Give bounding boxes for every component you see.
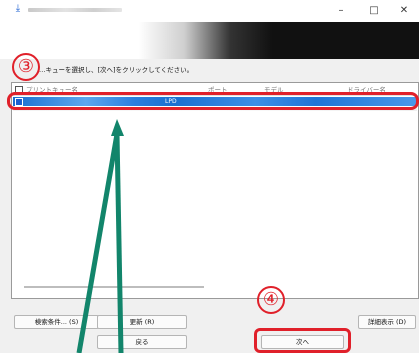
minimize-button[interactable]: – — [326, 0, 356, 22]
refresh-button[interactable]: 更新 (R) — [97, 315, 187, 329]
header-banner — [0, 22, 419, 59]
title-bar: ⤓ – □ ✕ — [0, 0, 419, 22]
print-queue-list[interactable]: プリントキュー名 ポート モデル ドライバー名 LPD — [11, 82, 419, 299]
maximize-button[interactable]: □ — [359, 0, 389, 22]
horizontal-scrollbar[interactable] — [24, 286, 204, 288]
back-button[interactable]: 戻る — [97, 335, 187, 349]
close-button[interactable]: ✕ — [389, 0, 419, 22]
next-button-highlight-annotation — [254, 328, 351, 353]
row-highlight-annotation — [7, 92, 419, 110]
search-conditions-button[interactable]: 検索条件... (S) — [14, 315, 99, 329]
download-arrow-icon: ⤓ — [15, 3, 21, 14]
instruction-text: …キューを選択し、[次へ]をクリックしてください。 — [39, 66, 194, 74]
window-title-redacted — [28, 8, 122, 12]
detail-view-button[interactable]: 詳細表示 (D) — [358, 315, 416, 329]
step-4-marker: ④ — [257, 286, 285, 314]
step-3-marker: ③ — [12, 53, 40, 81]
